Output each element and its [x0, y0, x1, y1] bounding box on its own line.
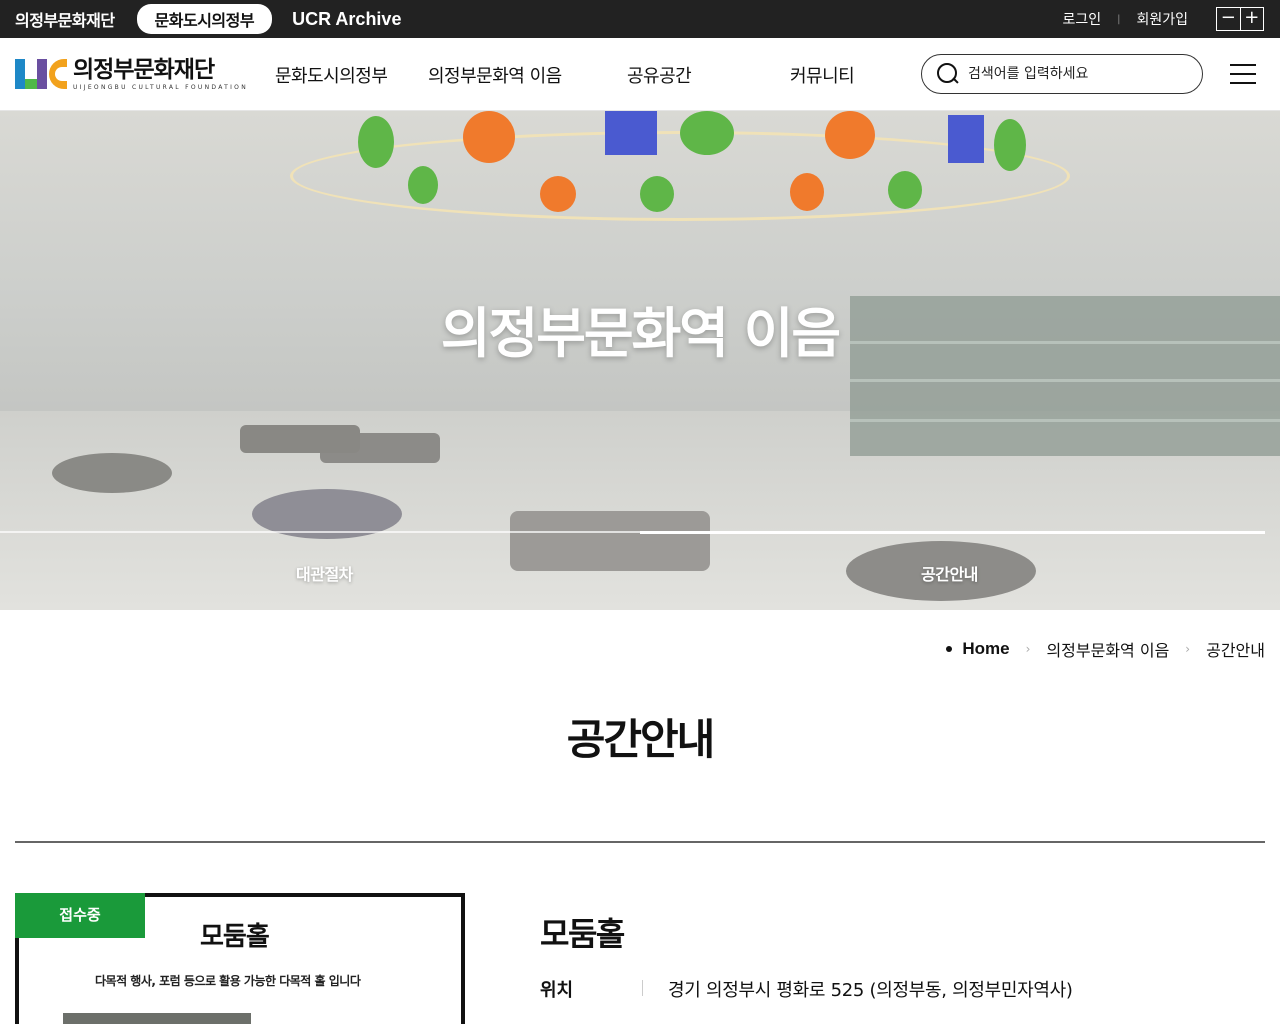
nav-item-shared-space[interactable]: 공유공간 — [627, 38, 692, 111]
chevron-right-icon: › — [1025, 642, 1031, 656]
status-badge: 접수중 — [15, 893, 145, 938]
search-input[interactable] — [968, 66, 1188, 82]
location-value: 경기 의정부시 평화로 525 (의정부동, 의정부민자역사) — [668, 980, 1073, 1001]
main-header: 의정부문화재단 UIJEONGBU CULTURAL FOUNDATION 문화… — [0, 38, 1280, 111]
zoom-in-button[interactable]: + — [1239, 8, 1264, 30]
nav-item-culture-station[interactable]: 의정부문화역 이음 — [428, 38, 562, 111]
breadcrumb-level2[interactable]: 공간안내 — [1206, 637, 1265, 661]
nav-item-culture-city[interactable]: 문화도시의정부 — [275, 38, 388, 111]
space-name: 모둠홀 — [540, 915, 625, 953]
section-divider — [15, 841, 1265, 843]
chevron-right-icon: › — [1185, 642, 1191, 656]
hero-banner: 의정부문화역 이음 대관절차 공간안내 — [0, 111, 1280, 610]
zoom-control: − + — [1216, 7, 1264, 31]
site-link-ucr-archive[interactable]: UCR Archive — [292, 9, 401, 30]
zoom-out-button[interactable]: − — [1217, 8, 1240, 30]
logo-text: 의정부문화재단 UIJEONGBU CULTURAL FOUNDATION — [73, 57, 248, 92]
logo-mark-icon — [15, 57, 67, 91]
space-card-image — [63, 1013, 251, 1024]
space-card-title: 모둠홀 — [200, 922, 270, 952]
menu-icon[interactable] — [1230, 64, 1256, 84]
site-link-culture-city[interactable]: 문화도시의정부 — [136, 4, 273, 34]
home-dot-icon — [946, 646, 953, 652]
tab-space-guide-label[interactable]: 공간안내 — [921, 561, 978, 585]
breadcrumb-level1[interactable]: 의정부문화역 이음 — [1046, 637, 1169, 661]
login-link[interactable]: 로그인 — [1062, 9, 1101, 29]
logo-text-ko: 의정부문화재단 — [73, 57, 215, 83]
logo-text-en: UIJEONGBU CULTURAL FOUNDATION — [73, 84, 248, 91]
signup-link[interactable]: 회원가입 — [1136, 9, 1188, 29]
logo[interactable]: 의정부문화재단 UIJEONGBU CULTURAL FOUNDATION — [15, 57, 248, 92]
space-card-description: 다목적 행사, 포럼 등으로 활용 가능한 다목적 홀 입니다 — [95, 974, 361, 988]
info-separator — [642, 980, 643, 996]
site-link-foundation[interactable]: 의정부문화재단 — [15, 7, 115, 31]
nav-item-community[interactable]: 커뮤니티 — [790, 38, 855, 111]
hero-title: 의정부문화역 이음 — [440, 302, 841, 365]
util-separator: | — [1117, 13, 1121, 25]
search-box — [921, 54, 1203, 94]
breadcrumb: Home › 의정부문화역 이음 › 공간안내 — [946, 637, 1265, 661]
user-menu: 로그인 | 회원가입 — [1062, 0, 1188, 38]
top-utility-bar: 의정부문화재단 문화도시의정부 UCR Archive 로그인 | 회원가입 −… — [0, 0, 1280, 38]
search-icon[interactable] — [936, 62, 960, 86]
location-label: 위치 — [540, 980, 574, 1001]
page-title: 공간안내 — [566, 715, 716, 764]
tab-rental-procedure-label[interactable]: 대관절차 — [296, 561, 353, 585]
breadcrumb-home[interactable]: Home — [962, 639, 1009, 659]
